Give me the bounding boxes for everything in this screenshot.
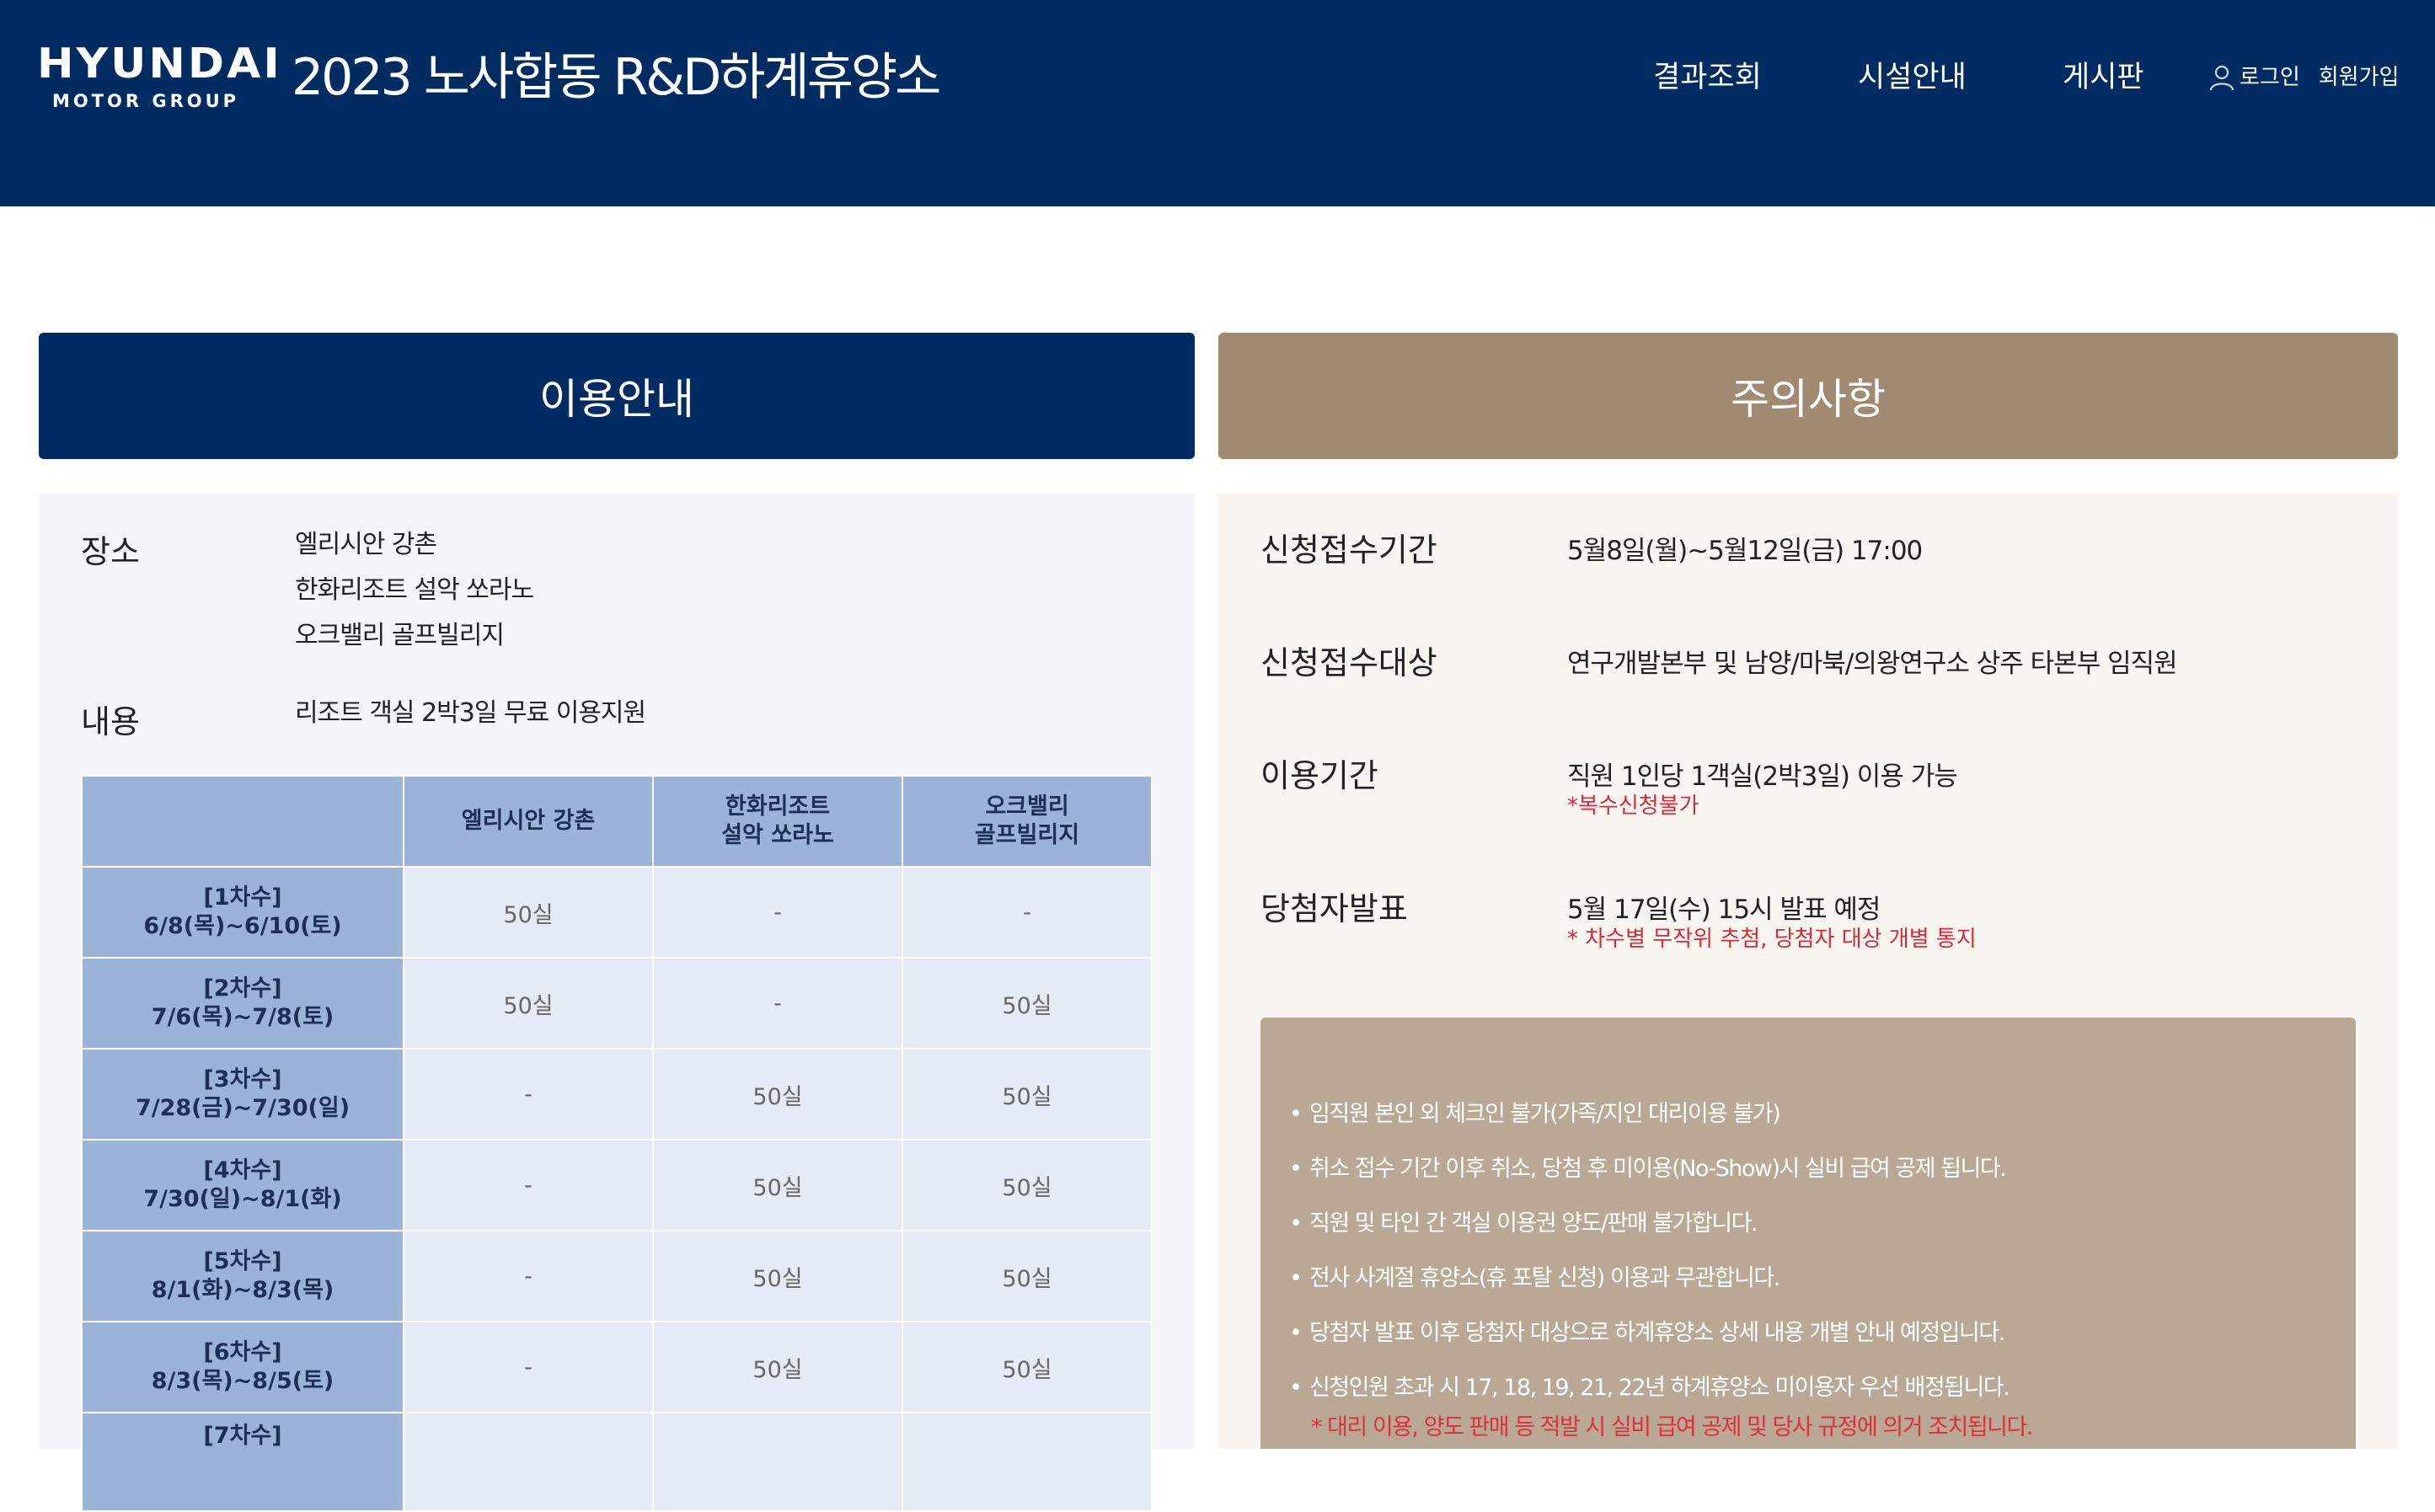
room-cell [652,1412,903,1512]
nav-results[interactable]: 결과조회 [1653,57,1762,98]
table-header-row: 엘리시안 강촌 한화리조트 설악 쏘라노 오크밸리 골프빌리지 [81,775,1153,868]
room-cell: - [652,957,903,1050]
login-link[interactable]: 로그인 [2240,61,2300,94]
apply-target-label: 신청접수대상 [1260,644,1437,681]
hyundai-logo[interactable]: HYUNDAI MOTOR GROUP [37,40,282,111]
winner-value: 5월 17일(수) 15시 발표 예정 [1567,895,1881,925]
round-name: [7차수] [203,1423,282,1449]
room-cell [403,1412,654,1512]
table-row: [2차수] 7/6(목)~7/8(토) 50실 - 50실 [81,957,1153,1050]
round-name: [5차수] [203,1248,282,1274]
room-cell: - [403,1230,654,1322]
table-row: [1차수] 6/8(목)~6/10(토) 50실 - - [81,866,1153,959]
logo-wordmark: HYUNDAI [37,40,282,88]
caution-item: 임직원 본인 외 체크인 불가(가족/지인 대리이용 불가) [1289,1095,2351,1150]
apply-period-label: 신청접수기간 [1260,532,1437,569]
header-line: 한화리조트 [725,793,831,820]
table-header-cell: 엘리시안 강촌 [403,775,654,868]
table-row: [3차수] 7/28(금)~7/30(일) - 50실 50실 [81,1048,1153,1141]
room-cell: 50실 [652,1321,903,1413]
room-cell: 50실 [902,1321,1153,1413]
room-cell: - [652,866,903,959]
signup-link[interactable]: 회원가입 [2319,61,2400,94]
room-cell: - [403,1048,654,1141]
caution-item: 전사 사계절 휴양소(휴 포탈 신청) 이용과 무관합니다. [1289,1259,2351,1314]
header-line: 골프빌리지 [974,822,1080,848]
content-label: 내용 [81,703,140,740]
round-dates: 7/6(목)~7/8(토) [151,1004,334,1030]
user-icon [2209,65,2234,91]
notice-heading: 주의사항 [1218,333,2398,459]
place-label: 장소 [81,533,140,570]
winner-note: * 차수별 무작위 추첨, 당첨자 대상 개별 통지 [1567,927,1977,952]
room-cell: 50실 [652,1048,903,1141]
table-row: [7차수] [81,1412,1153,1512]
place-item: 엘리시안 강촌 [295,530,437,559]
table-row: [6차수] 8/3(목)~8/5(토) - 50실 50실 [81,1321,1153,1413]
round-dates: 7/30(일)~8/1(화) [143,1186,342,1212]
content-value: 리조트 객실 2박3일 무료 이용지원 [295,698,646,728]
round-dates: 6/8(목)~6/10(토) [143,913,342,939]
round-cell: [4차수] 7/30(일)~8/1(화) [81,1139,404,1232]
apply-target-value: 연구개발본부 및 남양/마북/의왕연구소 상주 타본부 임직원 [1567,649,2178,679]
usage-heading: 이용안내 [39,333,1195,459]
header-line: 오크밸리 [985,793,1069,820]
round-name: [2차수] [203,975,282,1002]
use-period-label: 이용기간 [1260,757,1378,794]
room-cell: 50실 [403,957,654,1050]
logo-subtext: MOTOR GROUP [51,91,240,111]
use-period-note: *복수신청불가 [1567,793,1699,819]
schedule-table: 엘리시안 강촌 한화리조트 설악 쏘라노 오크밸리 골프빌리지 [1차수] 6/8(목… [81,775,1153,1512]
use-period-value: 직원 1인당 1객실(2박3일) 이용 가능 [1567,761,1958,792]
round-dates: 8/1(화)~8/3(목) [151,1277,334,1303]
caution-item: 당첨자 발표 이후 당첨자 대상으로 하계휴양소 상세 내용 개별 안내 예정입… [1289,1314,2351,1369]
round-cell: [1차수] 6/8(목)~6/10(토) [81,866,404,959]
room-cell: - [403,1321,654,1413]
round-name: [4차수] [203,1157,282,1183]
apply-period-value: 5월8일(월)~5월12일(금) 17:00 [1567,536,1923,566]
room-cell: 50실 [652,1139,903,1232]
caution-item: 직원 및 타인 간 객실 이용권 양도/판매 불가합니다. [1289,1205,2351,1259]
round-cell: [6차수] 8/3(목)~8/5(토) [81,1321,404,1413]
room-cell: 50실 [902,957,1153,1050]
caution-list: 임직원 본인 외 체크인 불가(가족/지인 대리이용 불가) 취소 접수 기간 … [1289,1095,2351,1424]
place-item: 한화리조트 설악 쏘라노 [295,575,534,605]
table-row: [4차수] 7/30(일)~8/1(화) - 50실 50실 [81,1139,1153,1232]
room-cell: 50실 [902,1230,1153,1322]
table-header-cell: 한화리조트 설악 쏘라노 [652,775,903,868]
table-header-cell: 오크밸리 골프빌리지 [902,775,1153,868]
header-line: 설악 쏘라노 [721,822,834,848]
round-cell: [5차수] 8/1(화)~8/3(목) [81,1230,404,1322]
nav-board[interactable]: 게시판 [2063,57,2144,98]
caution-item: 취소 접수 기간 이후 취소, 당첨 후 미이용(No-Show)시 실비 급여… [1289,1150,2351,1205]
site-title[interactable]: 2023 노사합동 R&D하계휴양소 [292,47,941,108]
room-cell: 50실 [403,866,654,959]
room-cell: 50실 [902,1139,1153,1232]
auth-links: 로그인 회원가입 [2208,61,2399,94]
place-item: 오크밸리 골프빌리지 [295,621,505,650]
round-name: [3차수] [203,1066,282,1093]
table-row: [5차수] 8/1(화)~8/3(목) - 50실 50실 [81,1230,1153,1322]
nav-facility[interactable]: 시설안내 [1858,57,1967,98]
table-header-cell [81,775,404,868]
round-dates: 7/28(금)~7/30(일) [135,1095,351,1121]
round-dates: 8/3(목)~8/5(토) [151,1368,334,1394]
round-cell: [3차수] 7/28(금)~7/30(일) [81,1048,404,1141]
round-cell: [7차수] [81,1412,404,1512]
round-name: [1차수] [203,884,282,911]
room-cell: 50실 [902,1048,1153,1141]
room-cell: - [403,1139,654,1232]
round-cell: [2차수] 7/6(목)~7/8(토) [81,957,404,1050]
room-cell: 50실 [652,1230,903,1322]
round-name: [6차수] [203,1339,282,1365]
caution-warning: * 대리 이용, 양도 판매 등 적발 시 실비 급여 공제 및 당사 규정에 … [1311,1414,2033,1440]
top-header: HYUNDAI MOTOR GROUP 2023 노사합동 R&D하계휴양소 결… [0,0,2435,206]
room-cell: - [902,866,1153,959]
winner-label: 당첨자발표 [1260,890,1408,927]
room-cell [902,1412,1153,1512]
